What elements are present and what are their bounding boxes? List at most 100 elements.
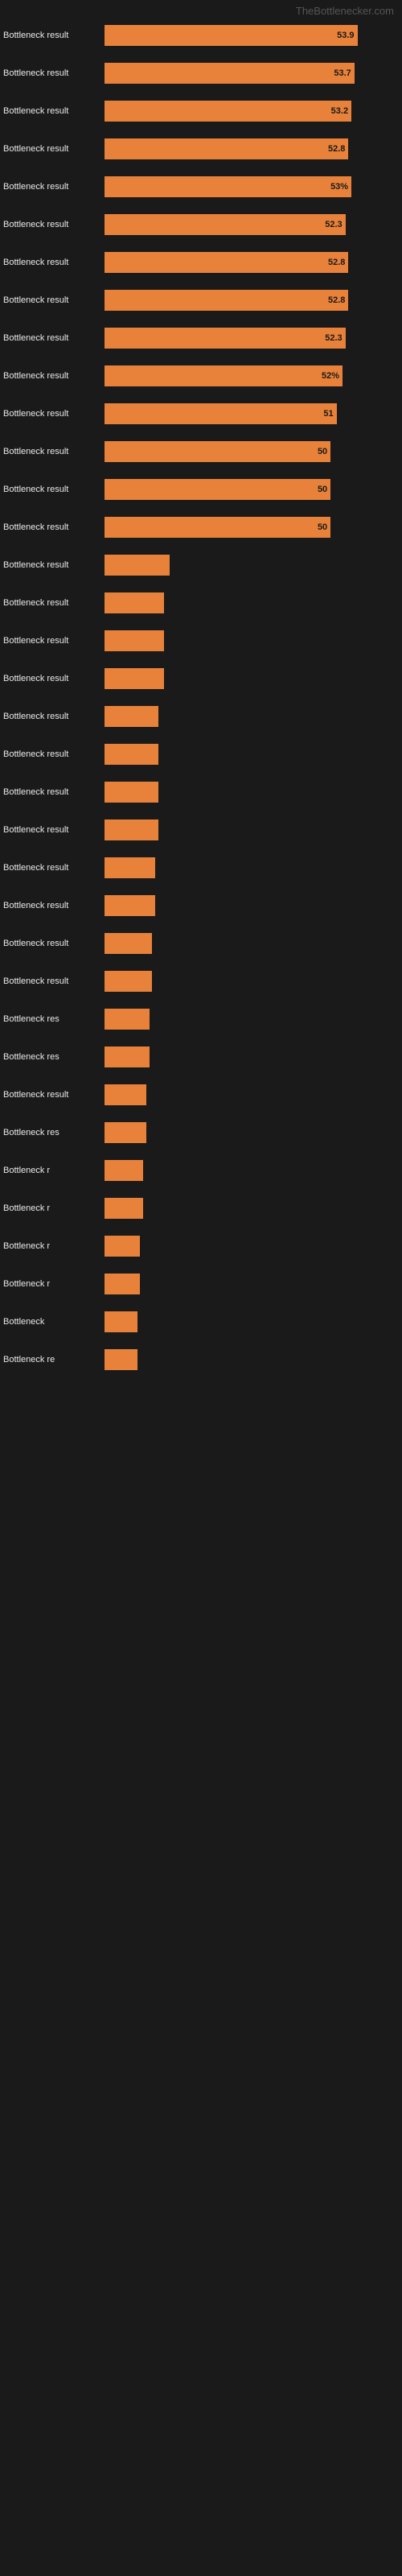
bar-label: Bottleneck result (0, 144, 105, 154)
bar-label: Bottleneck result (0, 901, 105, 910)
bar-label: Bottleneck result (0, 68, 105, 78)
bar (105, 1009, 150, 1030)
bar-label: Bottleneck result (0, 939, 105, 948)
bar-value: 53.2 (331, 106, 348, 116)
site-title: TheBottlenecker.com (0, 0, 402, 20)
bar-container: 50 (105, 516, 402, 539)
bar-row: Bottleneck res (0, 1042, 402, 1072)
bar-container (105, 1235, 402, 1257)
bar-row: Bottleneck result52.3 (0, 209, 402, 240)
bar (105, 1349, 137, 1370)
bar (105, 1311, 137, 1332)
bar-label: Bottleneck result (0, 106, 105, 116)
bar-row: Bottleneck r (0, 1269, 402, 1299)
bar (105, 1046, 150, 1067)
bar-value: 52.3 (325, 220, 342, 229)
bar-container: 53% (105, 175, 402, 198)
bar-label: Bottleneck result (0, 522, 105, 532)
bar (105, 1160, 143, 1181)
bar: 53.9 (105, 25, 358, 46)
bar-row: Bottleneck result 53.7 (0, 58, 402, 89)
bar-label: Bottleneck result (0, 258, 105, 267)
bar-value: 53% (330, 182, 348, 192)
bar-value: 52.8 (328, 144, 345, 154)
bar (105, 1274, 140, 1294)
bar: 50 (105, 479, 330, 500)
bar-row: Bottleneck result (0, 550, 402, 580)
bar-container: 51 (105, 402, 402, 425)
bar-label: Bottleneck result (0, 295, 105, 305)
bar (105, 630, 164, 651)
bar-row: Bottleneck result (0, 966, 402, 997)
bar-container: 53.7 (105, 62, 402, 85)
bar-container (105, 781, 402, 803)
bar-row: Bottleneck re (0, 1344, 402, 1375)
bar-row: Bottleneck result50 (0, 436, 402, 467)
bar (105, 1236, 140, 1257)
bar-row: Bottleneck result51 (0, 398, 402, 429)
bar-container: 52% (105, 365, 402, 387)
bar-row: Bottleneck result (0, 588, 402, 618)
bar-row: Bottleneck r (0, 1193, 402, 1224)
bar-label: Bottleneck result (0, 560, 105, 570)
bar-row: Bottleneck result (0, 852, 402, 883)
bar-label: Bottleneck res (0, 1128, 105, 1137)
bar-container (105, 857, 402, 879)
bar-label: Bottleneck result (0, 333, 105, 343)
bar-value: 52% (322, 371, 339, 381)
bar-value: 52.3 (325, 333, 342, 343)
bar: 53.2 (105, 101, 351, 122)
bar (105, 933, 152, 954)
bar-row: Bottleneck (0, 1307, 402, 1337)
bar: 50 (105, 441, 330, 462)
bar-row: Bottleneck result53% (0, 171, 402, 202)
bar-label: Bottleneck res (0, 1052, 105, 1062)
bar-row: Bottleneck result 52.3 (0, 323, 402, 353)
bar-row: Bottleneck result 52.8 (0, 134, 402, 164)
bar-row: Bottleneck result53.9 (0, 20, 402, 51)
bar-container (105, 592, 402, 614)
bar-container (105, 970, 402, 993)
bar-row: Bottleneck result (0, 928, 402, 959)
bar (105, 1122, 146, 1143)
bar-container (105, 743, 402, 766)
bar-row: Bottleneck result (0, 777, 402, 807)
bar-container: 53.9 (105, 24, 402, 47)
bar (105, 706, 158, 727)
bar-label: Bottleneck result (0, 787, 105, 797)
bar-label: Bottleneck result (0, 371, 105, 381)
bar: 51 (105, 403, 337, 424)
bar-value: 50 (318, 485, 327, 494)
bar-container (105, 1008, 402, 1030)
bar-row: Bottleneck result (0, 663, 402, 694)
bar-value: 53.9 (337, 31, 354, 40)
bar-container: 50 (105, 478, 402, 501)
bar-container: 52.8 (105, 138, 402, 160)
bar-row: Bottleneck result 50 (0, 474, 402, 505)
bar-container (105, 1084, 402, 1106)
bar-label: Bottleneck result (0, 825, 105, 835)
bar-container (105, 1159, 402, 1182)
bar-label: Bottleneck result (0, 636, 105, 646)
bar: 53% (105, 176, 351, 197)
bar-container (105, 554, 402, 576)
bar-label: Bottleneck r (0, 1279, 105, 1289)
bar: 52% (105, 365, 343, 386)
bar-container (105, 1046, 402, 1068)
bar: 52.3 (105, 328, 346, 349)
bar (105, 1198, 143, 1219)
bar-container: 52.3 (105, 327, 402, 349)
bar-row: Bottleneck res (0, 1004, 402, 1034)
bar-value: 53.7 (334, 68, 351, 78)
bar-value: 50 (318, 447, 327, 456)
bar-container: 52.3 (105, 213, 402, 236)
bar-label: Bottleneck result (0, 749, 105, 759)
bar-row: Bottleneck r (0, 1155, 402, 1186)
bar: 52.8 (105, 252, 348, 273)
bar-container (105, 1273, 402, 1295)
bar-value: 51 (323, 409, 333, 419)
bar-label: Bottleneck r (0, 1203, 105, 1213)
bar-label: Bottleneck result (0, 485, 105, 494)
bar-container (105, 1197, 402, 1220)
bar-container (105, 1121, 402, 1144)
